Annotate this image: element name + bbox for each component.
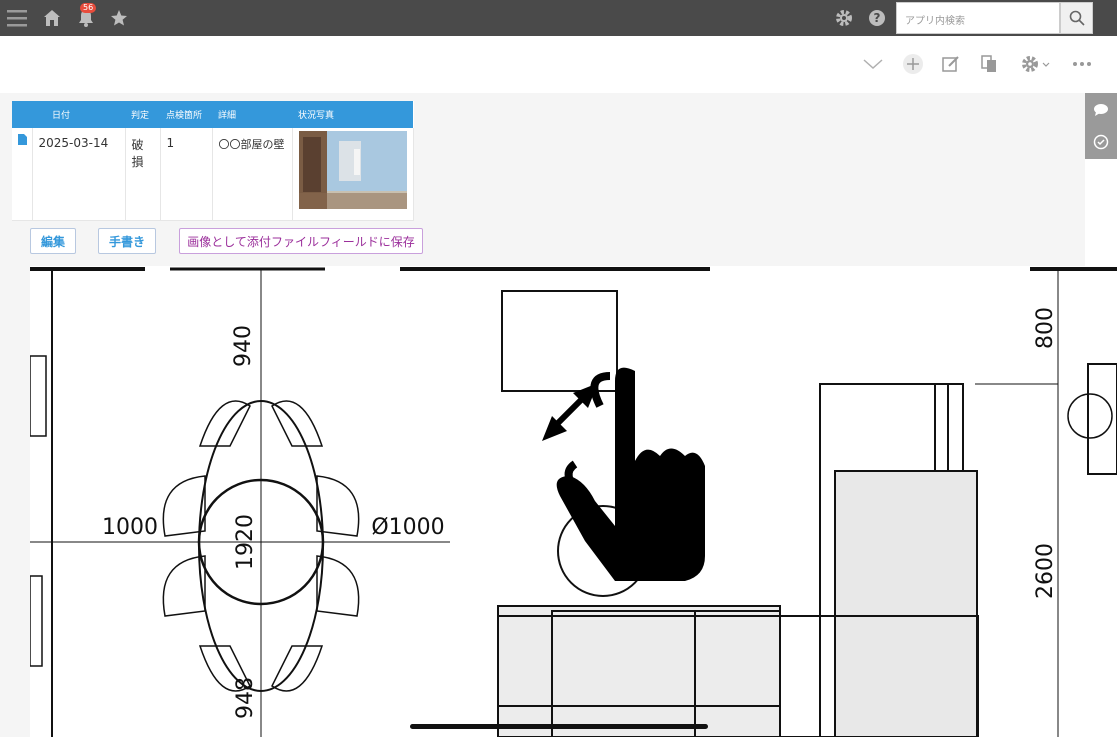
table-row: 2025-03-14 破損 1 〇〇部屋の壁 (12, 128, 414, 221)
search-input[interactable]: アプリ内検索 (896, 2, 1060, 34)
svg-text:?: ? (874, 11, 881, 25)
floor-plan-image[interactable]: 940 1000 1920 Ø1000 800 2600 948 (30, 266, 1117, 737)
handwriting-button[interactable]: 手書き (98, 228, 156, 254)
table-header-row: 日付 判定 点検箇所 詳細 状況写真 (12, 101, 413, 128)
dimension-label: 948 (233, 677, 258, 719)
cell-photo (292, 128, 414, 221)
dimension-label: 2600 (1033, 543, 1058, 599)
table-header-photo: 状況写真 (292, 101, 413, 128)
table-header-blank (12, 101, 32, 128)
dimension-label: 940 (231, 325, 256, 367)
pinch-zoom-gesture-icon (542, 367, 705, 581)
floor-plan-drawing: 940 1000 1920 Ø1000 800 2600 948 (30, 267, 1117, 737)
edit-icon[interactable] (939, 52, 963, 76)
history-icon[interactable] (1089, 130, 1113, 154)
cell-judgement: 破損 (125, 128, 161, 221)
edit-button[interactable]: 編集 (30, 228, 76, 254)
dimension-label: 800 (1033, 307, 1058, 349)
home-icon[interactable] (40, 6, 64, 30)
chevron-down-icon[interactable] (861, 52, 885, 76)
dimension-label: 1920 (233, 514, 258, 570)
plus-icon (903, 54, 923, 74)
comment-icon[interactable] (1089, 98, 1113, 122)
menu-icon[interactable] (5, 6, 29, 30)
home-indicator (410, 724, 708, 729)
notification-badge: 56 (80, 3, 97, 13)
more-icon[interactable] (1070, 52, 1094, 76)
top-bar: 56 ? アプリ内検索 (0, 0, 1117, 36)
add-record-button[interactable] (901, 52, 925, 76)
help-icon[interactable]: ? (865, 6, 889, 30)
table-header-detail: 詳細 (212, 101, 292, 128)
table-header-judgement: 判定 (125, 101, 160, 128)
table-header-location: 点検箇所 (160, 101, 212, 128)
inspection-table: 日付 判定 点検箇所 詳細 状況写真 2025-03-14 破損 1 〇〇部屋の… (12, 101, 414, 221)
cell-location: 1 (160, 128, 213, 221)
search-button[interactable] (1060, 2, 1093, 34)
dimension-label: Ø1000 (371, 515, 444, 540)
cell-date: 2025-03-14 (32, 128, 126, 221)
star-icon[interactable] (107, 6, 131, 30)
gear-icon[interactable] (832, 6, 856, 30)
save-as-image-button[interactable]: 画像として添付ファイルフィールドに保存 (179, 228, 423, 254)
dimension-label: 1000 (102, 515, 158, 540)
search-icon (1069, 10, 1085, 26)
settings-menu[interactable] (1019, 52, 1053, 76)
cell-detail: 〇〇部屋の壁 (212, 128, 293, 221)
table-header-date: 日付 (32, 101, 125, 128)
copy-icon[interactable] (977, 52, 1001, 76)
side-panel-tabs (1085, 93, 1117, 159)
wall-damage-photo[interactable] (298, 131, 407, 209)
file-icon[interactable] (12, 128, 33, 221)
